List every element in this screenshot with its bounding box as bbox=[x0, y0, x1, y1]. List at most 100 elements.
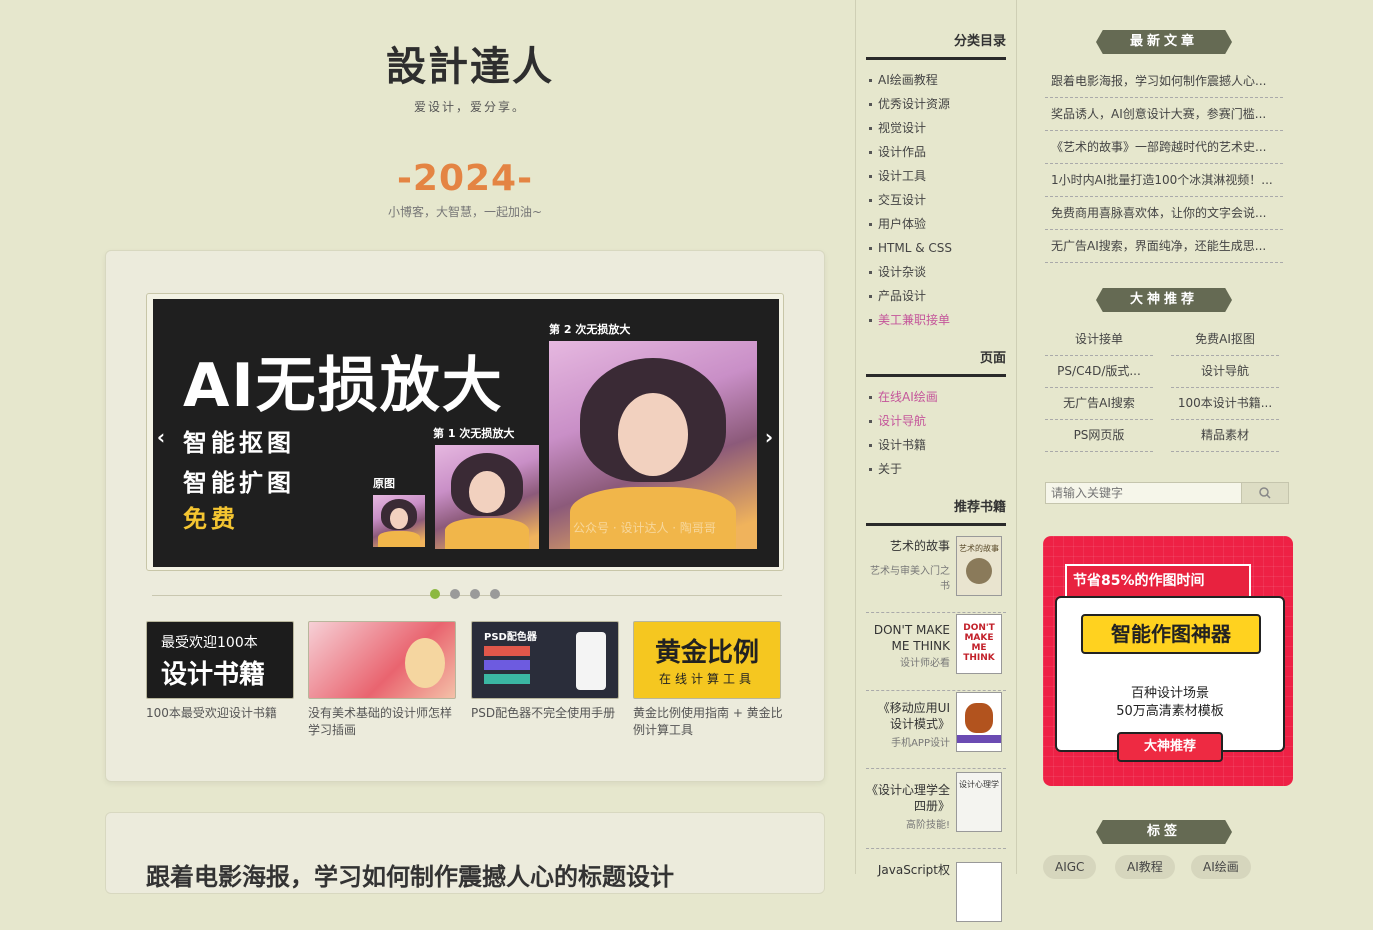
year-banner: -2024- 小博客，大智慧，一起加油~ bbox=[340, 158, 590, 220]
thumb-item[interactable]: 最受欢迎100本 设计书籍 100本最受欢迎设计书籍 bbox=[146, 621, 296, 722]
book-subtitle: 高阶技能! bbox=[905, 820, 950, 831]
portrait-large bbox=[549, 341, 757, 549]
thumb-item[interactable]: 黄金比例 在线计算工具 黄金比例使用指南 + 黄金比例计算工具 bbox=[633, 621, 783, 739]
category-item[interactable]: 美工兼职接单 bbox=[866, 308, 1006, 332]
slide-image[interactable]: AI无损放大 智能抠图 智能扩图 免费 原图 第 1 次无损放大 第 2 次无损… bbox=[153, 299, 779, 567]
page-item[interactable]: 关于 bbox=[866, 457, 1006, 481]
book-item[interactable]: 艺术的故事 艺术与审美入门之书 艺术的故事 bbox=[866, 534, 1006, 613]
tag-pill[interactable]: AI教程 bbox=[1115, 855, 1175, 879]
search-input[interactable] bbox=[1045, 482, 1247, 504]
category-item[interactable]: 设计杂谈 bbox=[866, 260, 1006, 284]
recommend-item[interactable]: 精品素材 bbox=[1171, 420, 1279, 452]
search-button[interactable] bbox=[1241, 482, 1289, 504]
image-slider[interactable]: AI无损放大 智能抠图 智能扩图 免费 原图 第 1 次无损放大 第 2 次无损… bbox=[146, 293, 784, 571]
category-item[interactable]: 设计工具 bbox=[866, 164, 1006, 188]
slider-next-arrow[interactable]: › bbox=[759, 422, 779, 452]
right-sidebar: 最新文章 跟着电影海报，学习如何制作震撼人心... 奖品诱人，AI创意设计大赛，… bbox=[1016, 0, 1373, 879]
book-title[interactable]: 《移动应用UI设计模式》 bbox=[866, 700, 950, 732]
books-heading: 推荐书籍 bbox=[866, 496, 1006, 526]
book-cover[interactable]: DON'T MAKE ME THINK bbox=[956, 614, 1002, 674]
ad-button[interactable]: 大神推荐 bbox=[1117, 732, 1223, 762]
illustration-face bbox=[405, 638, 445, 688]
motto-text: 小博客，大智慧，一起加油~ bbox=[387, 205, 543, 219]
book-item[interactable]: 《移动应用UI设计模式》 手机APP设计 bbox=[866, 690, 1006, 769]
category-item[interactable]: 用户体验 bbox=[866, 212, 1006, 236]
book-item[interactable]: DON'T MAKE ME THINK 设计师必看 DON'T MAKE ME … bbox=[866, 612, 1006, 691]
book-cover[interactable] bbox=[956, 692, 1002, 752]
thumb-item[interactable]: PSD配色器 PSD配色器不完全使用手册 bbox=[471, 621, 621, 722]
book-title[interactable]: 《设计心理学全四册》 bbox=[866, 782, 950, 814]
book-title[interactable]: JavaScript权 bbox=[866, 862, 950, 878]
ad-card: 智能作图神器 百种设计场景 50万高清素材模板 bbox=[1055, 596, 1285, 752]
slide-line-2: 智能扩图 bbox=[183, 469, 295, 497]
category-item[interactable]: HTML & CSS bbox=[866, 236, 1006, 260]
category-item[interactable]: 产品设计 bbox=[866, 284, 1006, 308]
thumb-caption[interactable]: 黄金比例使用指南 + 黄金比例计算工具 bbox=[633, 705, 783, 739]
ad-banner[interactable]: 节省85%的作图时间 智能作图神器 百种设计场景 50万高清素材模板 大神推荐 bbox=[1043, 536, 1293, 786]
ad-top-text: 节省85%的作图时间 bbox=[1065, 564, 1251, 598]
recommend-item[interactable]: PS网页版 bbox=[1045, 420, 1153, 452]
category-item[interactable]: 交互设计 bbox=[866, 188, 1006, 212]
books-section: 推荐书籍 bbox=[866, 496, 1006, 526]
thumb-image[interactable] bbox=[308, 621, 456, 699]
slider-dot-2[interactable] bbox=[450, 589, 460, 599]
latest-item[interactable]: 无广告AI搜索，界面纯净，还能生成思... bbox=[1045, 230, 1283, 263]
site-logo[interactable]: 設計達人 爱设计，爱分享。 bbox=[360, 34, 580, 115]
page-item[interactable]: 设计导航 bbox=[866, 409, 1006, 433]
thumb-image[interactable]: 黄金比例 在线计算工具 bbox=[633, 621, 781, 699]
latest-item[interactable]: 1小时内AI批量打造100个冰淇淋视频！... bbox=[1045, 164, 1283, 197]
book-item[interactable]: 《设计心理学全四册》 高阶技能! 设计心理学 bbox=[866, 770, 1006, 849]
thumb-image-line-2: 在线计算工具 bbox=[658, 672, 755, 686]
category-item[interactable]: 设计作品 bbox=[866, 140, 1006, 164]
latest-item[interactable]: 免费商用喜脉喜欢体，让你的文字会说... bbox=[1045, 197, 1283, 230]
site-slogan: 爱设计，爱分享。 bbox=[413, 100, 526, 114]
slider-prev-arrow[interactable]: ‹ bbox=[151, 422, 171, 452]
category-item[interactable]: AI绘画教程 bbox=[866, 68, 1006, 92]
post-title[interactable]: 跟着电影海报，学习如何制作震撼人心的标题设计 bbox=[146, 857, 674, 892]
post-panel: 跟着电影海报，学习如何制作震撼人心的标题设计 bbox=[105, 812, 825, 894]
latest-heading: 最新文章 bbox=[1096, 30, 1232, 54]
recommend-item[interactable]: 设计导航 bbox=[1171, 356, 1279, 388]
phone-mockup bbox=[576, 632, 606, 690]
thumb-image[interactable]: 最受欢迎100本 设计书籍 bbox=[146, 621, 294, 699]
slide-headline: AI无损放大 bbox=[183, 351, 504, 421]
latest-item[interactable]: 《艺术的故事》一部跨越时代的艺术史... bbox=[1045, 131, 1283, 164]
recommend-item[interactable]: 100本设计书籍... bbox=[1171, 388, 1279, 420]
thumb-caption[interactable]: 100本最受欢迎设计书籍 bbox=[146, 705, 296, 722]
slider-dot-4[interactable] bbox=[490, 589, 500, 599]
ad-line-1: 百种设计场景 bbox=[1130, 686, 1209, 701]
book-cover[interactable] bbox=[956, 862, 1002, 922]
thumb-caption[interactable]: 没有美术基础的设计师怎样学习插画 bbox=[308, 705, 458, 739]
categories-section: 分类目录 AI绘画教程 优秀设计资源 视觉设计 设计作品 设计工具 交互设计 用… bbox=[866, 30, 1006, 332]
caption-original: 原图 bbox=[373, 477, 395, 490]
latest-item[interactable]: 跟着电影海报，学习如何制作震撼人心... bbox=[1045, 65, 1283, 98]
page-item[interactable]: 设计书籍 bbox=[866, 433, 1006, 457]
portrait-small bbox=[373, 495, 425, 547]
recommend-item[interactable]: PS/C4D/版式... bbox=[1045, 356, 1153, 388]
book-cover[interactable]: 艺术的故事 bbox=[956, 536, 1002, 596]
recommend-item[interactable]: 无广告AI搜索 bbox=[1045, 388, 1153, 420]
latest-item[interactable]: 奖品诱人，AI创意设计大赛，参赛门槛... bbox=[1045, 98, 1283, 131]
tag-pill[interactable]: AIGC bbox=[1043, 855, 1097, 879]
ad-title: 智能作图神器 bbox=[1081, 614, 1261, 654]
recommend-item[interactable]: 设计接单 bbox=[1045, 324, 1153, 356]
thumb-image-line-1: 最受欢迎100本 bbox=[161, 635, 258, 651]
book-title[interactable]: DON'T MAKE ME THINK bbox=[866, 622, 950, 654]
tags-heading: 标签 bbox=[1096, 820, 1232, 844]
thumb-caption[interactable]: PSD配色器不完全使用手册 bbox=[471, 705, 621, 722]
slider-dot-1[interactable] bbox=[430, 589, 440, 599]
book-item[interactable]: JavaScript权 bbox=[866, 852, 1006, 930]
caption-second: 第 2 次无损放大 bbox=[549, 323, 631, 336]
category-item[interactable]: 优秀设计资源 bbox=[866, 92, 1006, 116]
slider-dot-3[interactable] bbox=[470, 589, 480, 599]
category-item[interactable]: 视觉设计 bbox=[866, 116, 1006, 140]
recommend-item[interactable]: 免费AI抠图 bbox=[1171, 324, 1279, 356]
thumb-image[interactable]: PSD配色器 bbox=[471, 621, 619, 699]
book-cover[interactable]: 设计心理学 bbox=[956, 772, 1002, 832]
book-title[interactable]: 艺术的故事 bbox=[866, 538, 950, 554]
page-item[interactable]: 在线AI绘画 bbox=[866, 385, 1006, 409]
thumb-item[interactable]: 没有美术基础的设计师怎样学习插画 bbox=[308, 621, 458, 739]
book-cover-band bbox=[957, 735, 1001, 743]
tag-pill[interactable]: AI绘画 bbox=[1191, 855, 1251, 879]
site-title[interactable]: 設計達人 bbox=[360, 34, 580, 92]
